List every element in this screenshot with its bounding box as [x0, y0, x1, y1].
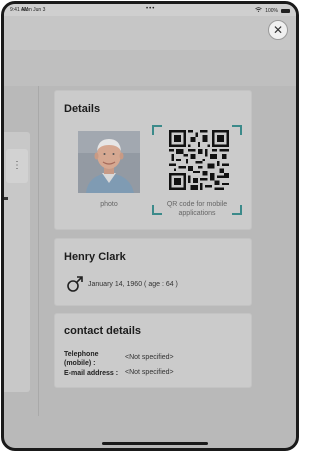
telephone-value: <Not specified> [125, 354, 174, 361]
close-icon: ✕ [272, 23, 284, 37]
qr-corner-top-left [152, 125, 162, 135]
status-date: Mon Jun 3 [22, 7, 46, 13]
background-marker [4, 197, 8, 200]
qr-code-frame[interactable]: QR code for mobile applications [152, 125, 242, 217]
battery-icon [281, 8, 290, 13]
details-title: Details [64, 103, 101, 115]
details-card: Details photo QR code for mobile applica… [54, 90, 252, 230]
date-of-birth: January 14, 1960 ( age : 64 ) [88, 281, 178, 288]
contact-card: contact details Telephone (mobile) : <No… [54, 313, 252, 388]
device-frame: 9:41 AM Mon Jun 3 ••• 100% ⋮ ✕ Details p… [1, 1, 299, 451]
telephone-label: Telephone (mobile) : [64, 351, 99, 367]
status-indicators: 100% [255, 7, 290, 14]
background-toolbar [4, 50, 296, 86]
more-options-icon: ⋮ [6, 149, 28, 183]
male-icon [66, 275, 84, 293]
battery-percent: 100% [265, 7, 278, 14]
patient-card: Henry Clark January 14, 1960 ( age : 64 … [54, 238, 252, 306]
contact-title: contact details [64, 325, 142, 337]
background-header [4, 16, 296, 50]
patient-name: Henry Clark [64, 251, 126, 263]
qr-caption: QR code for mobile applications [166, 201, 228, 217]
qr-corner-top-right [232, 125, 242, 135]
photo-label: photo [100, 201, 118, 208]
qr-code-icon [169, 130, 229, 190]
status-bar: 9:41 AM Mon Jun 3 ••• 100% [4, 4, 296, 16]
email-value: <Not specified> [125, 369, 174, 376]
multitasking-dots-icon[interactable]: ••• [146, 6, 155, 12]
close-button[interactable]: ✕ [268, 20, 288, 40]
panel-divider [38, 86, 39, 416]
home-indicator[interactable] [102, 442, 208, 445]
email-label: E-mail address : [64, 370, 119, 377]
patient-photo[interactable] [78, 131, 140, 193]
wifi-icon [255, 7, 262, 14]
